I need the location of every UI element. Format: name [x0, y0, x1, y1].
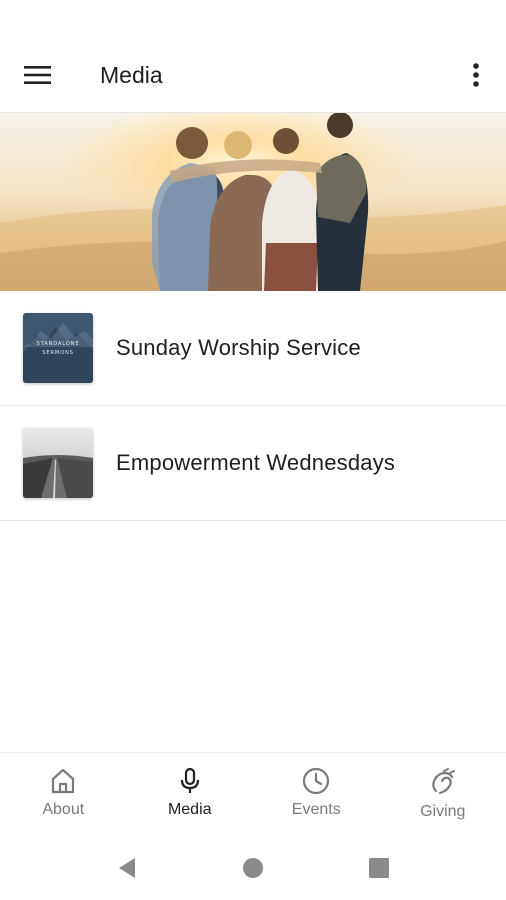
hero-banner	[0, 113, 506, 291]
giving-hand-icon	[431, 768, 455, 795]
nav-label-events: Events	[291, 801, 341, 818]
system-recents-button[interactable]	[316, 836, 442, 900]
empowerment-wednesdays-thumbnail	[23, 428, 93, 498]
list-item-label: Sunday Worship Service	[116, 335, 361, 360]
media-list: STANDALONE SERMONS Sunday Worship Servic…	[0, 291, 506, 521]
thumb-text-line2: SERMONS	[42, 350, 74, 356]
system-back-button[interactable]	[64, 836, 190, 900]
more-vert-icon	[473, 63, 479, 87]
nav-item-giving[interactable]: Giving	[380, 753, 506, 836]
list-item-sunday-worship[interactable]: STANDALONE SERMONS Sunday Worship Servic…	[0, 291, 506, 406]
nav-item-about[interactable]: About	[0, 753, 127, 836]
clock-icon	[303, 767, 330, 795]
status-bar-area	[0, 0, 506, 38]
road-thumbnail-icon	[23, 428, 93, 498]
nav-label-giving: Giving	[420, 803, 466, 820]
recents-square-icon	[369, 858, 389, 878]
mountain-thumbnail-icon: STANDALONE SERMONS	[23, 313, 93, 383]
menu-button[interactable]	[0, 38, 78, 113]
more-options-button[interactable]	[446, 38, 506, 113]
system-navigation-bar	[0, 836, 506, 900]
back-triangle-icon	[119, 858, 135, 878]
nav-item-events[interactable]: Events	[253, 753, 380, 836]
microphone-icon	[180, 767, 199, 793]
bottom-navigation: About Media Events Giving	[0, 752, 506, 836]
app-bar: Media	[0, 38, 506, 113]
home-icon	[52, 768, 75, 794]
thumb-text-line1: STANDALONE	[37, 341, 80, 347]
home-circle-icon	[243, 858, 263, 878]
hamburger-menu-icon	[24, 66, 51, 84]
nav-label-about: About	[42, 801, 85, 818]
sunday-worship-thumbnail: STANDALONE SERMONS	[23, 313, 93, 383]
system-home-button[interactable]	[190, 836, 316, 900]
list-item-empowerment-wednesdays[interactable]: Empowerment Wednesdays	[0, 406, 506, 521]
group-hugging-at-sunset-image	[0, 113, 506, 291]
list-item-label: Empowerment Wednesdays	[116, 450, 396, 475]
page-title: Media	[100, 61, 163, 88]
nav-label-media: Media	[167, 801, 212, 818]
nav-item-media[interactable]: Media	[127, 753, 254, 836]
